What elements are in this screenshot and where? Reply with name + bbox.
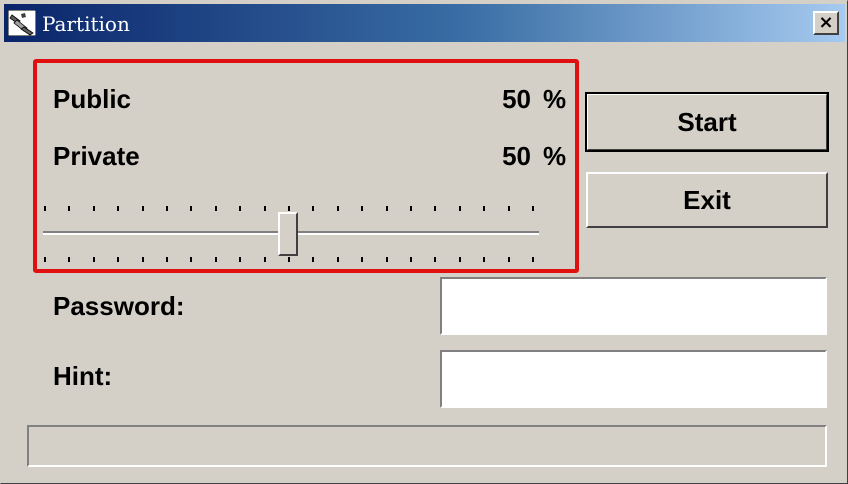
slider-tick: [68, 206, 71, 211]
slider-tick: [458, 206, 461, 211]
close-icon: ×: [818, 12, 834, 33]
slider-tick: [117, 257, 120, 262]
title-bar[interactable]: Partition ×: [4, 4, 845, 42]
slider-tick: [483, 206, 486, 211]
public-percentage: 50%: [493, 84, 566, 114]
password-label: Password:: [53, 291, 185, 321]
exit-button[interactable]: Exit: [586, 172, 828, 228]
password-field[interactable]: [440, 277, 827, 335]
slider-tick: [239, 206, 242, 211]
public-label: Public: [53, 84, 132, 114]
partition-slider[interactable]: [39, 206, 545, 266]
slider-tick: [312, 257, 315, 262]
slider-tick: [92, 206, 95, 211]
slider-tick: [458, 257, 461, 262]
slider-tick: [507, 206, 510, 211]
slider-tick: [190, 257, 193, 262]
public-percent-sign: %: [543, 84, 567, 114]
slider-tick: [410, 206, 412, 211]
private-value: 50: [502, 141, 531, 171]
slider-tick: [117, 206, 120, 211]
slider-tick: [532, 206, 534, 211]
private-percentage: 50%: [493, 141, 566, 171]
public-value: 50: [502, 84, 531, 114]
hint-field[interactable]: [440, 350, 827, 408]
slider-thumb[interactable]: [278, 212, 298, 256]
window-title: Partition: [42, 12, 130, 36]
slider-tick: [214, 257, 217, 262]
slider-tick: [434, 206, 437, 211]
slider-tick: [507, 257, 510, 262]
slider-tick: [190, 206, 193, 211]
slider-tick: [141, 206, 144, 211]
slider-tick: [532, 257, 534, 262]
slider-tick: [44, 206, 46, 211]
partition-dialog: Partition × Public 50% Private 50% Start…: [0, 0, 848, 484]
slider-tick: [92, 257, 95, 262]
partition-app-icon: [8, 10, 36, 36]
private-label: Private: [53, 141, 140, 171]
slider-tick: [68, 257, 71, 262]
slider-tick: [336, 206, 339, 211]
slider-tick: [336, 257, 339, 262]
slider-tick: [410, 257, 412, 262]
slider-tick: [44, 257, 46, 262]
slider-tick: [434, 257, 437, 262]
slider-tick: [385, 257, 388, 262]
slider-tick: [361, 257, 364, 262]
start-button[interactable]: Start: [585, 92, 829, 152]
slider-tick: [239, 257, 242, 262]
hint-label: Hint:: [53, 361, 113, 391]
slider-tick: [385, 206, 388, 211]
slider-tick: [214, 206, 217, 211]
close-button[interactable]: ×: [813, 11, 839, 35]
slider-tick: [361, 206, 364, 211]
slider-tick: [166, 206, 168, 211]
private-percent-sign: %: [543, 141, 567, 171]
slider-tick: [263, 257, 266, 262]
slider-tick: [141, 257, 144, 262]
slider-tick: [288, 206, 290, 211]
slider-tick: [483, 257, 486, 262]
progress-bar: [27, 425, 827, 467]
slider-tick: [263, 206, 266, 211]
slider-tick: [288, 257, 290, 262]
slider-tick: [312, 206, 315, 211]
slider-tick: [166, 257, 168, 262]
